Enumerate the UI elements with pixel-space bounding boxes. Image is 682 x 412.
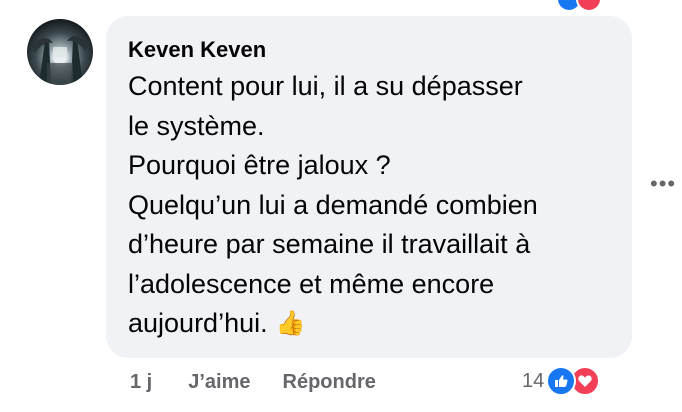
comment-actions: 1 j J’aime Répondre	[130, 371, 376, 394]
reaction-summary[interactable]: 14	[522, 366, 601, 396]
comment-line-text: aujourd’hui.	[128, 308, 268, 338]
comment-bubble: Keven Keven Content pour lui, il a su dé…	[106, 16, 632, 358]
love-icon	[576, 0, 602, 12]
comment-line: d’heure par semaine il travaillait à	[128, 229, 531, 259]
comment-line: Quelqu’un lui a demandé combien	[128, 189, 538, 220]
reaction-count: 14	[522, 369, 545, 392]
previous-reactions-partial	[556, 0, 602, 12]
avatar-image	[31, 35, 89, 85]
like-icon	[546, 366, 577, 396]
thumbs-up-emoji-icon: 👍	[275, 310, 306, 337]
comment-text: Content pour lui, il a su dépasser le sy…	[128, 67, 612, 344]
comment-line: l’adolescence et même encore	[128, 268, 495, 299]
reply-button[interactable]: Répondre	[283, 371, 376, 394]
avatar[interactable]	[27, 19, 93, 85]
more-options-icon[interactable]: •••	[650, 173, 676, 195]
comment-line: Pourquoi être jaloux ?	[128, 150, 391, 180]
like-button[interactable]: J’aime	[188, 371, 250, 394]
comment-author[interactable]: Keven Keven	[128, 37, 612, 63]
comment-line: Content pour lui, il a su dépasser	[128, 71, 523, 101]
comment-line-last: aujourd’hui. 👍	[128, 304, 612, 344]
comment-timestamp[interactable]: 1 j	[130, 371, 152, 394]
comment-line: le système.	[128, 110, 265, 141]
